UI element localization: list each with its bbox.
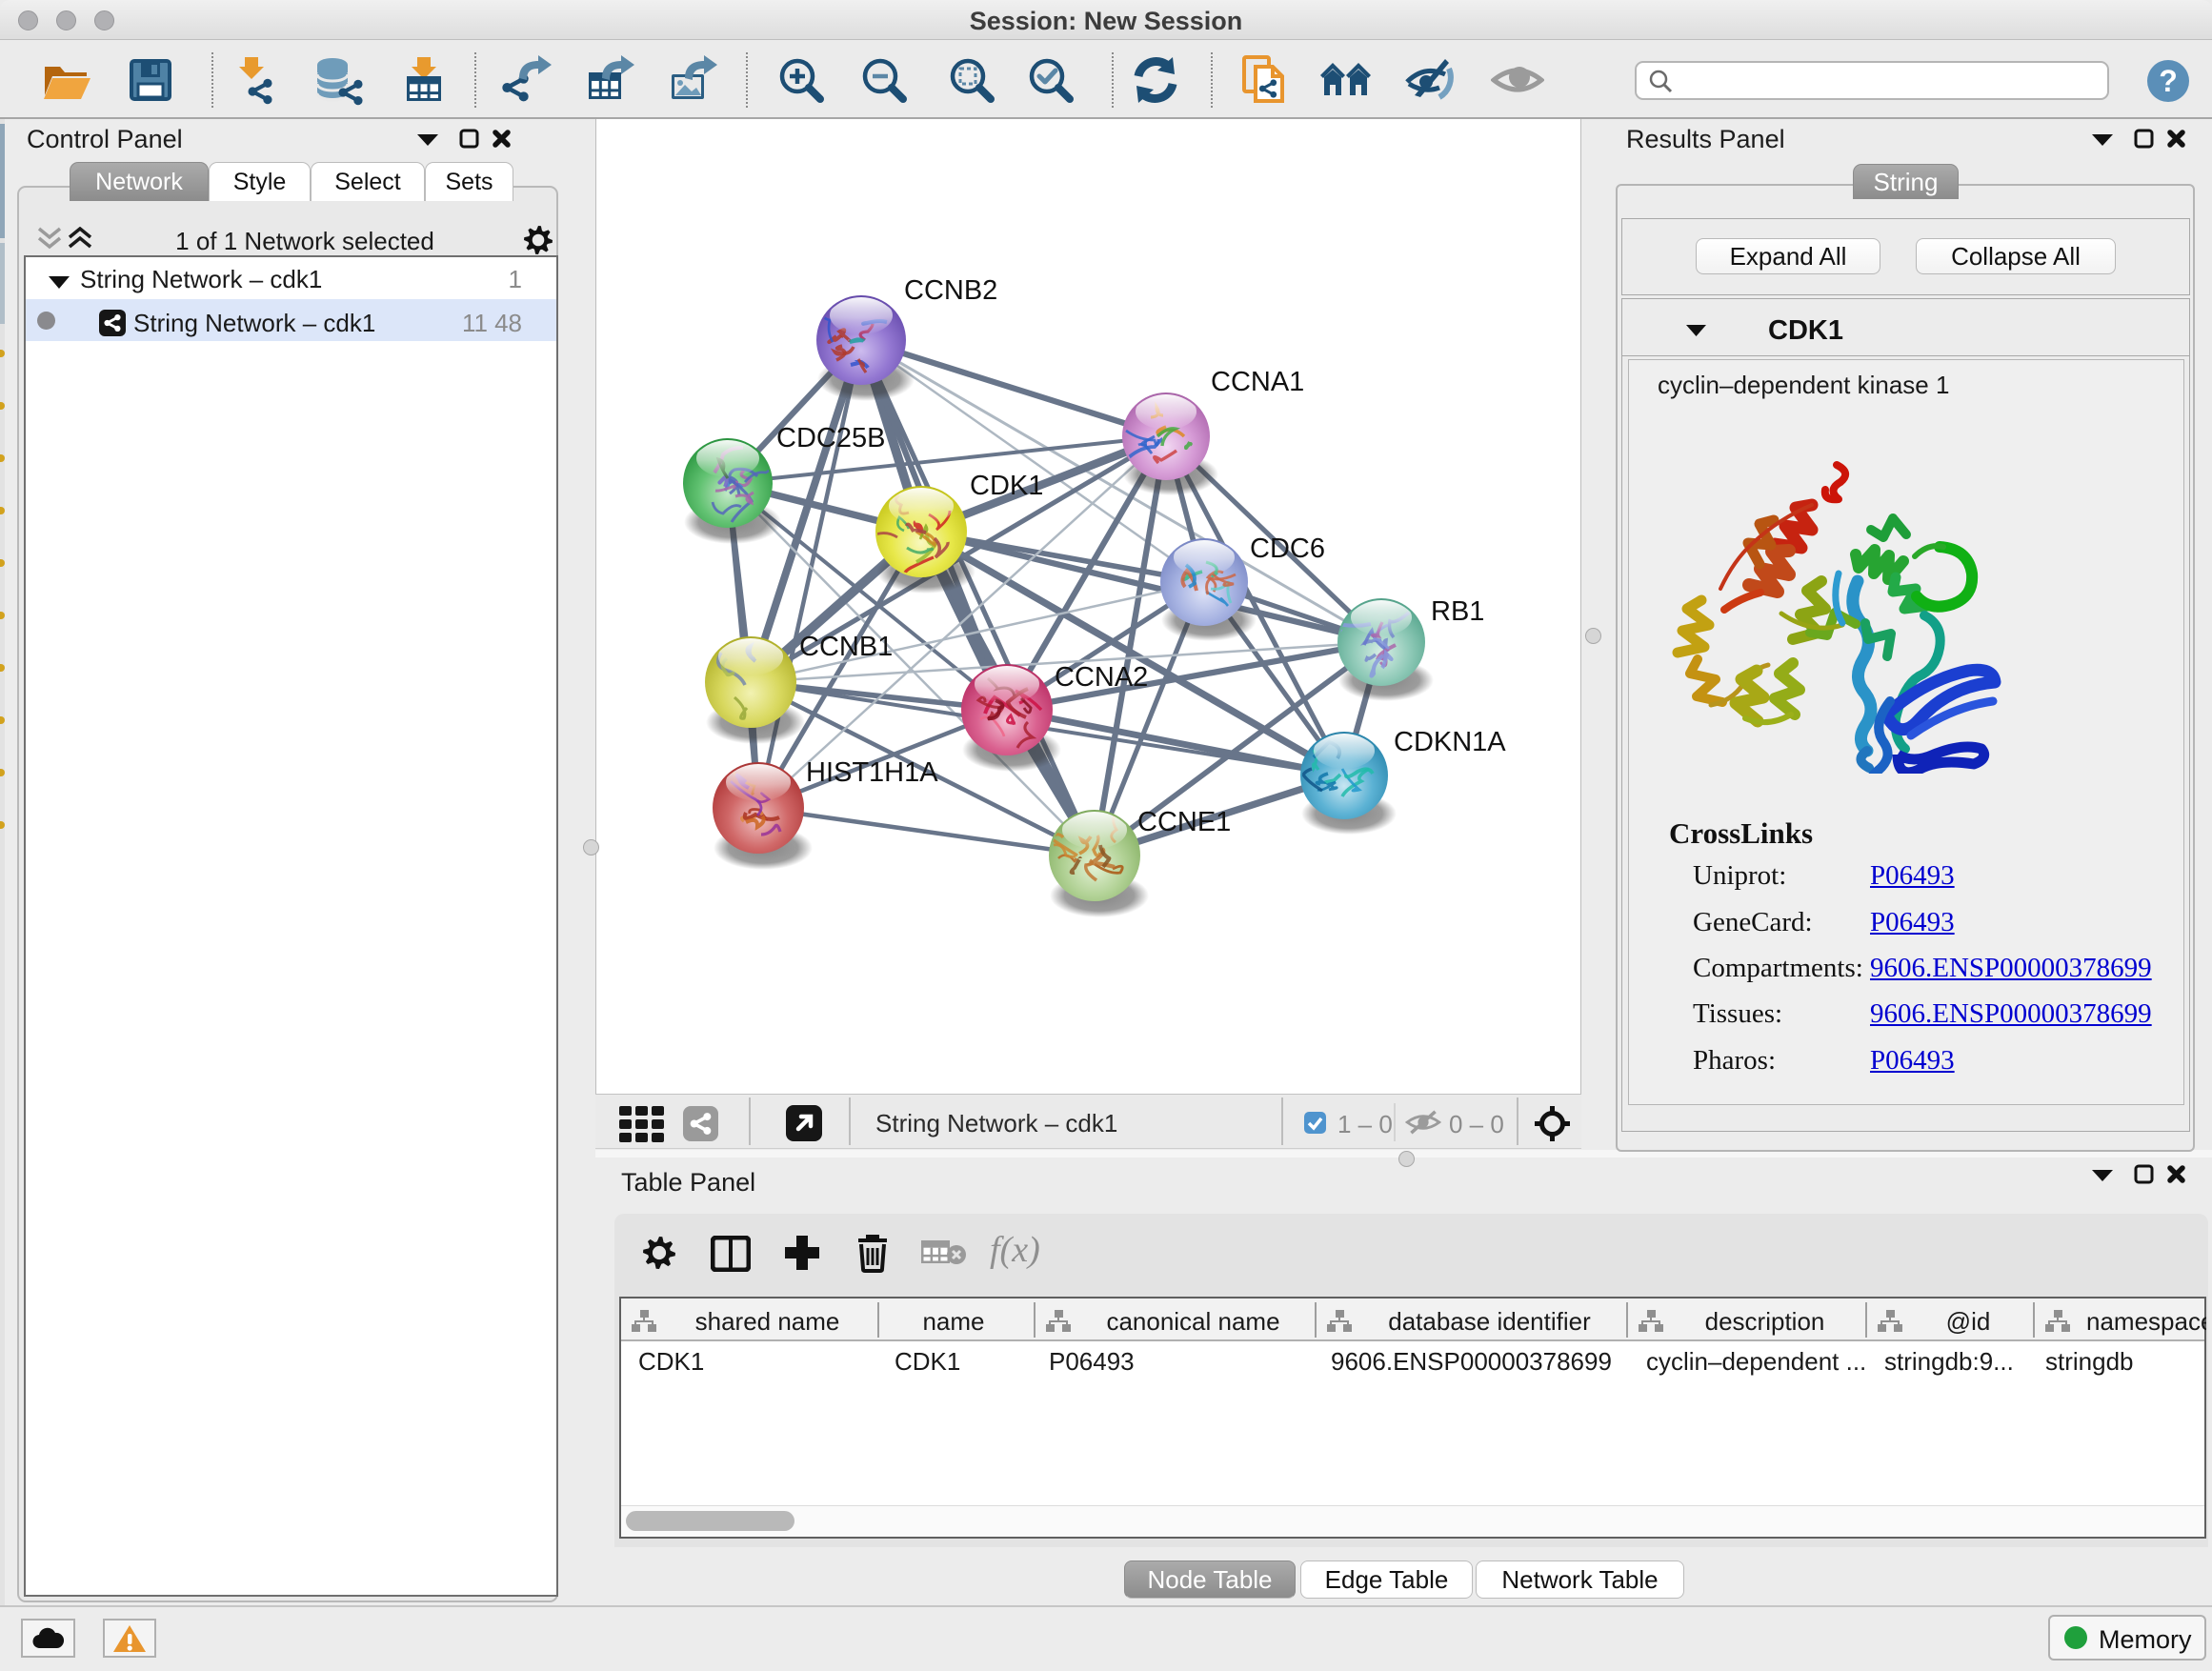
- svg-text:CCNB2: CCNB2: [904, 275, 997, 306]
- svg-text:RB1: RB1: [1431, 596, 1484, 627]
- svg-text:CDK1: CDK1: [970, 471, 1043, 501]
- svg-text:CDKN1A: CDKN1A: [1394, 727, 1506, 757]
- svg-text:CCNB1: CCNB1: [799, 632, 893, 662]
- svg-text:HIST1H1A: HIST1H1A: [806, 757, 938, 788]
- svg-text:CDC25B: CDC25B: [776, 423, 885, 453]
- svg-text:CCNE1: CCNE1: [1137, 807, 1231, 837]
- svg-text:CDC6: CDC6: [1250, 534, 1325, 564]
- svg-text:CCNA1: CCNA1: [1211, 367, 1304, 397]
- svg-text:CCNA2: CCNA2: [1055, 662, 1148, 693]
